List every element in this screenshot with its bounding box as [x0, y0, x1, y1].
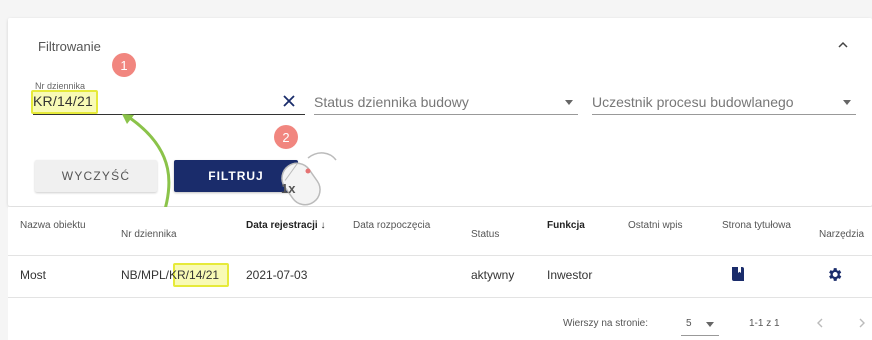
header-function[interactable]: Funkcja — [547, 219, 585, 233]
status-select[interactable]: Status dziennika budowy — [314, 94, 469, 110]
cell-registration-date: 2021-07-03 — [246, 268, 308, 282]
header-status[interactable]: Status — [471, 228, 499, 242]
chevron-left-icon[interactable] — [814, 317, 826, 329]
chevron-down-icon[interactable] — [706, 322, 714, 327]
participant-select-underline — [592, 114, 856, 115]
header-start-date[interactable]: Data rozpoczęcia — [353, 219, 430, 233]
clear-button[interactable]: WYCZYŚĆ — [35, 160, 157, 192]
filter-panel: Filtrowanie Nr dziennika KR/14/21 Status… — [8, 18, 872, 206]
step-2-badge: 2 — [274, 125, 298, 149]
filter-button[interactable]: FILTRUJ — [174, 160, 298, 192]
divider — [8, 297, 872, 298]
rows-per-page-label: Wierszy na stronie: — [563, 318, 649, 329]
cell-status: aktywny — [471, 268, 515, 282]
header-journal-number[interactable]: Nr dziennika — [121, 228, 177, 242]
status-select-underline — [314, 114, 578, 115]
gear-icon[interactable] — [826, 266, 843, 283]
chevron-right-icon[interactable] — [856, 317, 868, 329]
header-registration-date[interactable]: Data rejestracji ↓ — [246, 219, 326, 233]
header-title-page[interactable]: Strona tytułowa — [722, 219, 791, 233]
divider — [8, 255, 872, 256]
step-1-badge: 1 — [112, 53, 136, 77]
chevron-down-icon[interactable] — [565, 100, 573, 105]
filter-title: Filtrowanie — [38, 39, 101, 54]
book-icon[interactable] — [731, 266, 745, 282]
results-table: Nazwa obiektu Nr dziennika Data rejestra… — [8, 207, 872, 340]
journal-number-underline — [33, 114, 305, 115]
rows-per-page-underline — [681, 335, 719, 336]
chevron-up-icon[interactable] — [836, 38, 850, 52]
journal-number-input[interactable]: KR/14/21 — [33, 93, 93, 109]
cell-journal-number[interactable]: NB/MPL/KR/14/21 — [121, 268, 219, 282]
header-tools[interactable]: Narzędzia — [819, 228, 864, 242]
cell-function: Inwestor — [547, 268, 593, 282]
chevron-down-icon[interactable] — [843, 100, 851, 105]
header-object-name[interactable]: Nazwa obiektu — [20, 219, 86, 233]
pagination-range: 1-1 z 1 — [749, 318, 780, 329]
cell-object-name: Most — [20, 268, 47, 282]
rows-per-page-select[interactable]: 5 — [686, 318, 692, 329]
participant-select[interactable]: Uczestnik procesu budowlanego — [592, 94, 794, 110]
close-icon[interactable] — [282, 94, 296, 108]
journal-number-label: Nr dziennika — [35, 81, 86, 91]
header-last-entry[interactable]: Ostatni wpis — [628, 219, 682, 233]
